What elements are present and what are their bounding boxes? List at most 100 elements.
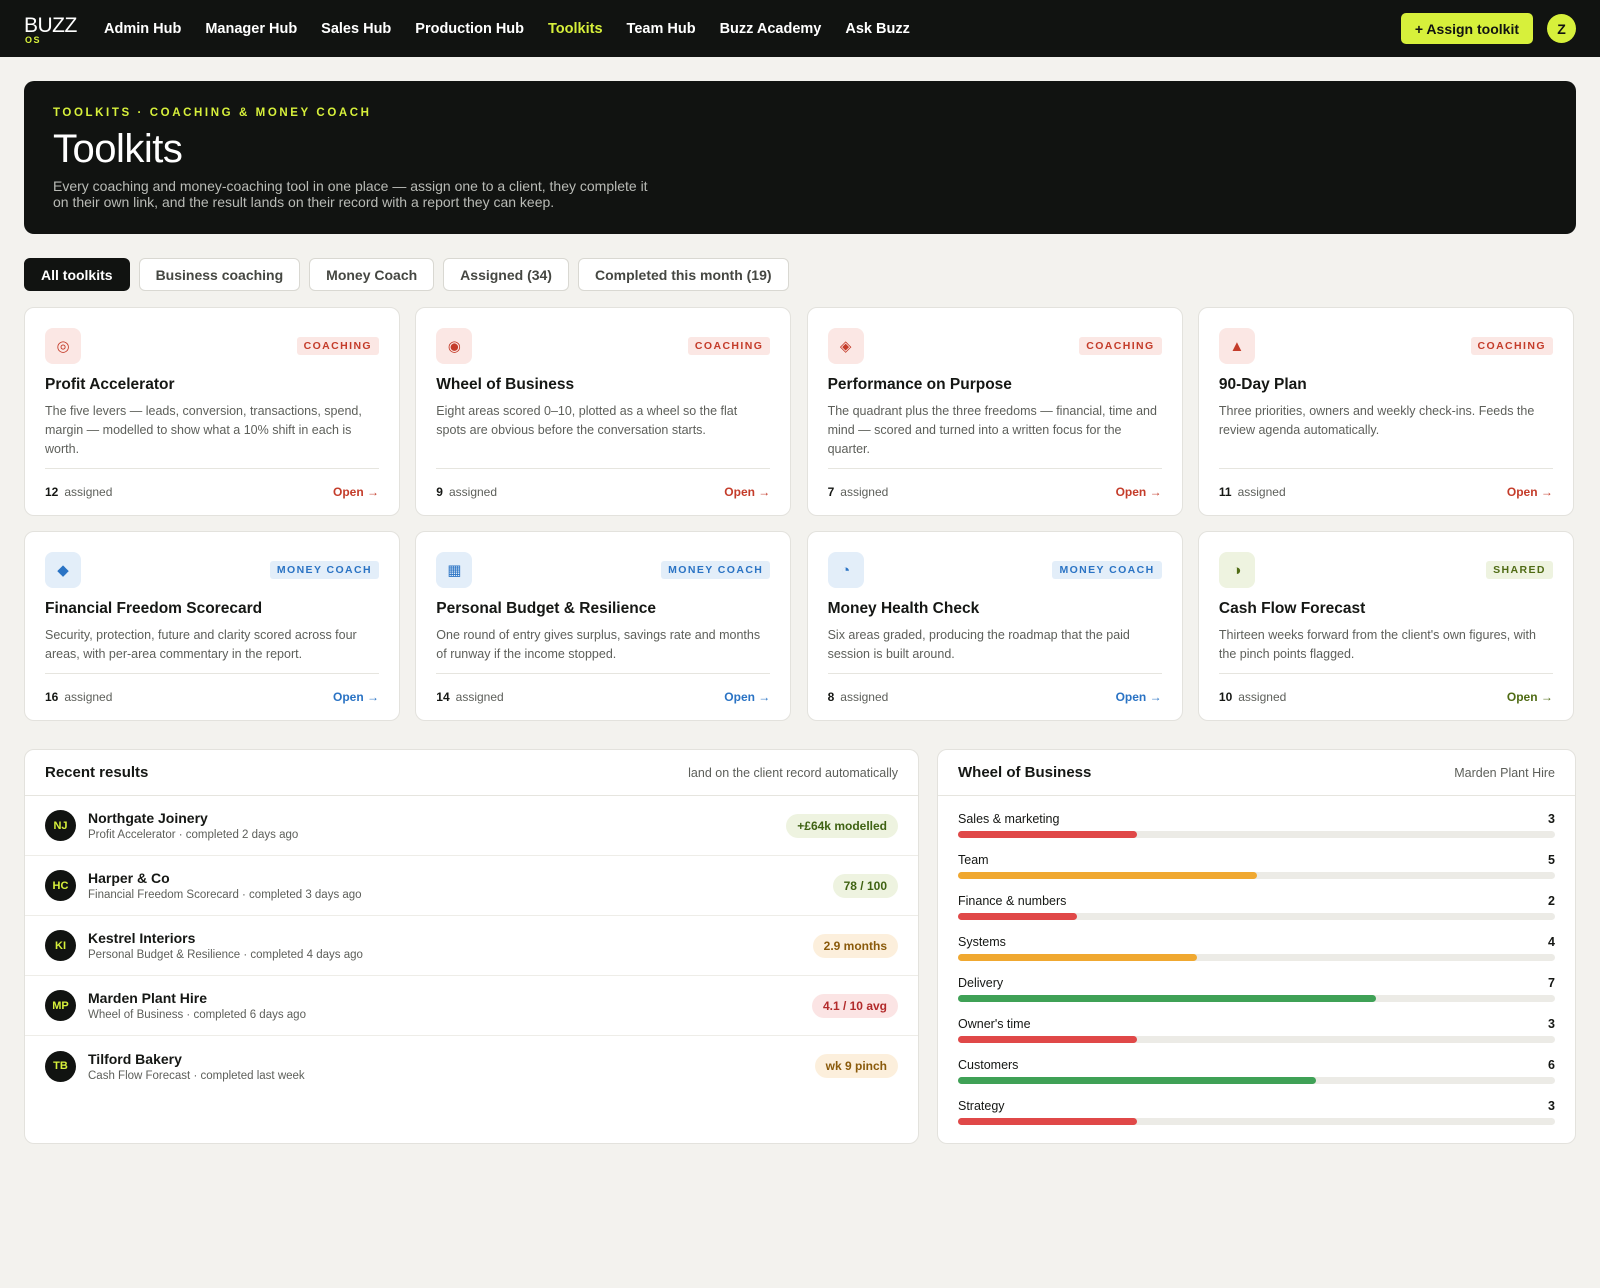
user-avatar[interactable]: Z (1547, 14, 1576, 43)
toolkit-card[interactable]: ◆ MONEY COACH Financial Freedom Scorecard S… (24, 531, 400, 721)
assigned-label: assigned (448, 485, 498, 499)
nav-item-toolkits[interactable]: Toolkits (548, 21, 603, 37)
area-bar (958, 913, 1078, 920)
wheel-area-row: Delivery 7 (958, 976, 1555, 1017)
card-description: Security, protection, future and clarity… (45, 628, 357, 661)
target-icon: ◎ (45, 328, 81, 364)
logo-sub: OS (25, 34, 42, 45)
page-title: Toolkits (53, 127, 183, 171)
open-link[interactable]: Open → (724, 485, 770, 499)
area-label: Customers (958, 1058, 1019, 1072)
area-label: Strategy (958, 1099, 1005, 1113)
area-bar (958, 1036, 1138, 1043)
card-description: Three priorities, owners and weekly chec… (1218, 404, 1535, 437)
card-title: Wheel of Business (436, 376, 575, 393)
wheel-area-row: Sales & marketing 3 (958, 812, 1555, 853)
area-bar (958, 954, 1197, 961)
result-pill: 78 / 100 (832, 873, 898, 898)
toolkit-card[interactable]: ◑ SHARED Cash Flow Forecast Thirteen weeks … (1197, 531, 1574, 721)
result-row[interactable]: KI Kestrel Interiors Personal Budget & Res… (25, 916, 918, 976)
toolkit-grid: ◎ COACHING Profit Accelerator The five leve… (24, 307, 1576, 721)
assigned-number: 16 (45, 690, 59, 704)
toolkit-card[interactable]: ◔ MONEY COACH Money Health Check Six areas … (806, 531, 1183, 721)
nav-item-production-hub[interactable]: Production Hub (415, 21, 524, 37)
open-link[interactable]: Open → (724, 690, 770, 704)
assigned-count: 9 assigned (436, 485, 497, 499)
assigned-number: 10 (1218, 690, 1233, 704)
open-link[interactable]: Open → (1507, 690, 1553, 704)
assigned-count: 12 assigned (45, 485, 112, 499)
assigned-number: 14 (436, 690, 450, 704)
open-link[interactable]: Open → (1116, 690, 1162, 704)
area-track (958, 995, 1555, 1002)
assigned-number: 9 (436, 485, 443, 499)
result-row[interactable]: TB Tilford Bakery Cash Flow Forecast · com… (25, 1036, 918, 1096)
card-tag: SHARED (1486, 561, 1553, 579)
open-link[interactable]: Open → (333, 690, 379, 704)
result-row[interactable]: NJ Northgate Joinery Profit Accelerator · … (25, 796, 918, 856)
open-link[interactable]: Open → (1116, 485, 1162, 499)
result-pill: +£64k modelled (786, 813, 898, 838)
toolkit-card[interactable]: ◎ COACHING Profit Accelerator The five leve… (24, 307, 400, 516)
results-header: Recent results land on the client record… (25, 750, 918, 796)
wheel-area-row: Finance & numbers 2 (958, 894, 1555, 935)
area-labels: Sales & marketing 3 (958, 812, 1555, 826)
hero-eyebrow: TOOLKITS · COACHING & MONEY COACH (53, 107, 372, 119)
area-track (958, 1077, 1555, 1084)
assigned-label: assigned (840, 485, 889, 499)
nav-item-team-hub[interactable]: Team Hub (627, 21, 696, 37)
result-detail: Financial Freedom Scorecard · completed … (88, 889, 362, 901)
card-title: Profit Accelerator (45, 376, 175, 393)
client-avatar: NJ (45, 810, 76, 841)
nav-item-sales-hub[interactable]: Sales Hub (321, 21, 391, 37)
card-footer: 11 assigned Open → (1218, 468, 1553, 515)
square-icon: ▦ (436, 552, 473, 588)
filter-money-coach[interactable]: Money Coach (309, 258, 435, 291)
area-labels: Delivery 7 (958, 976, 1555, 990)
area-score: 7 (1548, 976, 1555, 990)
wheel-area-row: Systems 4 (958, 935, 1555, 976)
assigned-label: assigned (840, 690, 889, 704)
nav-item-buzz-academy[interactable]: Buzz Academy (720, 21, 822, 37)
client-name: Kestrel Interiors (88, 930, 196, 946)
toolkit-card[interactable]: ◈ COACHING Performance on Purpose The quadr… (806, 307, 1183, 516)
card-tag: MONEY COACH (269, 561, 379, 579)
card-title: 90-Day Plan (1218, 376, 1307, 393)
toolkit-card[interactable]: ▦ MONEY COACH Personal Budget & Resilience… (415, 531, 792, 721)
filter-assigned[interactable]: Assigned (34) (443, 258, 569, 291)
card-footer: 10 assigned Open → (1218, 673, 1553, 720)
result-row[interactable]: MP Marden Plant Hire Wheel of Business · c… (25, 976, 918, 1036)
filter-all-toolkits[interactable]: All toolkits (24, 258, 130, 291)
assigned-label: assigned (455, 690, 504, 704)
card-header: ◎ COACHING (45, 328, 379, 364)
buzz-logo[interactable]: BUZZ OS (24, 11, 80, 47)
toolkit-card[interactable]: ◉ COACHING Wheel of Business Eight areas sc… (415, 307, 792, 516)
card-tag: COACHING (296, 337, 379, 355)
card-footer: 8 assigned Open → (827, 673, 1162, 720)
wheel-bars: Sales & marketing 3 Team 5 Finance & numbers… (938, 796, 1575, 1140)
assigned-number: 7 (827, 485, 835, 499)
client-name: Harper & Co (88, 870, 170, 886)
nav-item-ask-buzz[interactable]: Ask Buzz (845, 21, 909, 37)
assign-toolkit-button[interactable]: + Assign toolkit (1400, 13, 1533, 44)
result-text: Harper & Co Financial Freedom Scorecard ·… (88, 870, 833, 901)
card-tag: MONEY COACH (1052, 561, 1162, 579)
open-link[interactable]: Open → (333, 485, 379, 499)
filter-completed-this-month[interactable]: Completed this month (19) (577, 258, 789, 291)
client-avatar: KI (45, 930, 76, 961)
area-bar (958, 1118, 1138, 1125)
area-label: Owner's time (958, 1017, 1031, 1031)
nav-item-admin-hub[interactable]: Admin Hub (104, 21, 181, 37)
card-footer: 14 assigned Open → (436, 673, 771, 720)
result-detail: Wheel of Business · completed 6 days ago (88, 1009, 306, 1021)
nav-item-manager-hub[interactable]: Manager Hub (205, 21, 297, 37)
toolkit-card[interactable]: ▲ COACHING 90-Day Plan Three priorities, ow… (1197, 307, 1574, 516)
result-text: Kestrel Interiors Personal Budget & Resil… (88, 930, 813, 961)
result-row[interactable]: HC Harper & Co Financial Freedom Scorecard… (25, 856, 918, 916)
client-name: Northgate Joinery (88, 810, 208, 826)
filter-business-coaching[interactable]: Business coaching (138, 258, 301, 291)
wheel-area-row: Customers 6 (958, 1058, 1555, 1099)
small-diamond-icon: ◆ (45, 552, 81, 588)
results-list: NJ Northgate Joinery Profit Accelerator · … (25, 796, 918, 1096)
open-link[interactable]: Open → (1507, 485, 1553, 499)
